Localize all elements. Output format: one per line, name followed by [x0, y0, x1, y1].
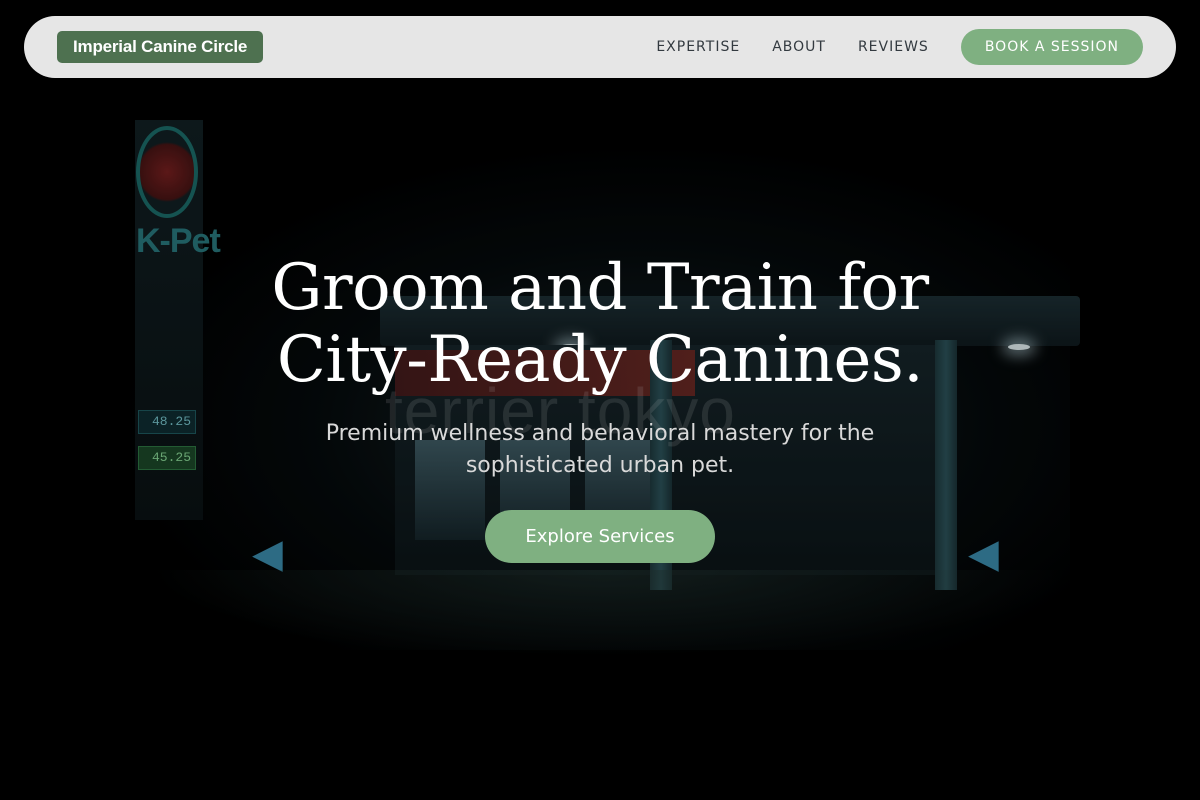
- nav-link-reviews[interactable]: REVIEWS: [858, 39, 929, 55]
- page: K-Pet 48.25 45.25 ◀ ◀ terrier tokyo Impe…: [0, 0, 1200, 800]
- hero-section: Groom and Train for City-Ready Canines. …: [0, 252, 1200, 563]
- navbar: Imperial Canine Circle EXPERTISE ABOUT R…: [24, 16, 1176, 78]
- hero-subtitle: Premium wellness and behavioral mastery …: [325, 421, 875, 478]
- book-session-button[interactable]: BOOK A SESSION: [960, 29, 1143, 65]
- hero-title: Groom and Train for City-Ready Canines.: [271, 251, 929, 397]
- brand-logo[interactable]: Imperial Canine Circle: [57, 31, 264, 63]
- nav-links: EXPERTISE ABOUT REVIEWS: [656, 39, 928, 55]
- explore-services-button[interactable]: Explore Services: [485, 510, 715, 563]
- nav-link-about[interactable]: ABOUT: [772, 39, 826, 55]
- nav-link-expertise[interactable]: EXPERTISE: [656, 39, 740, 55]
